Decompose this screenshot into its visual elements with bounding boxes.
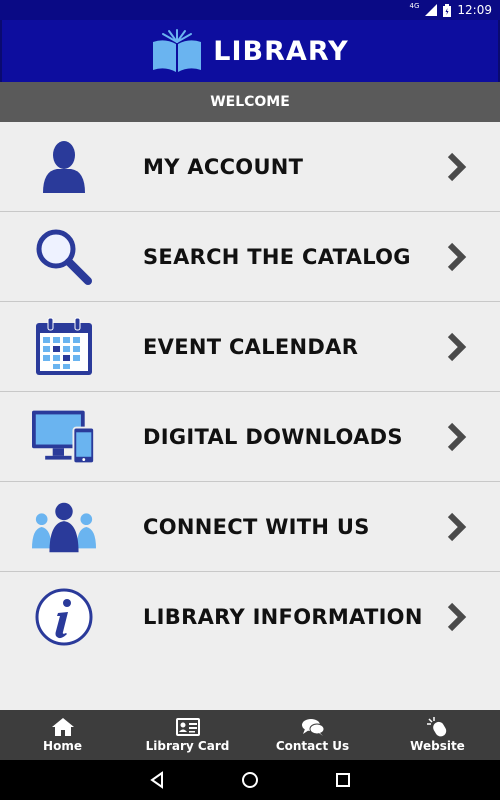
welcome-text: WELCOME: [210, 94, 290, 110]
status-bar: 4G 12:09: [0, 0, 500, 20]
home-icon: [51, 718, 74, 736]
group-icon: [32, 495, 96, 559]
menu-item-label: SEARCH THE CATALOG: [143, 244, 411, 269]
devices-icon: [32, 405, 96, 469]
home-circle-icon[interactable]: [241, 771, 259, 789]
nav-label: Home: [43, 739, 82, 753]
network-type: 4G: [409, 2, 420, 10]
menu-item-event-calendar[interactable]: EVENT CALENDAR: [0, 302, 500, 392]
calendar-icon: [32, 315, 96, 379]
nav-label: Contact Us: [275, 739, 350, 753]
menu-item-label: CONNECT WITH US: [143, 514, 370, 539]
mouse-click-icon: [426, 717, 446, 737]
bottom-nav: Home Library Card Contact Us Website: [0, 710, 500, 760]
info-icon: [32, 585, 96, 649]
menu-item-digital-downloads[interactable]: DIGITAL DOWNLOADS: [0, 392, 500, 482]
chat-bubbles-icon: [301, 719, 324, 736]
chevron-right-icon: [447, 512, 467, 541]
menu-item-search-catalog[interactable]: SEARCH THE CATALOG: [0, 212, 500, 302]
nav-home[interactable]: Home: [0, 710, 125, 760]
magnifier-icon: [32, 225, 96, 289]
main-menu: MY ACCOUNT SEARCH THE CATALOG EVENT CALE…: [0, 122, 500, 662]
recents-icon[interactable]: [334, 771, 352, 789]
menu-item-my-account[interactable]: MY ACCOUNT: [0, 122, 500, 212]
back-icon[interactable]: [148, 771, 166, 789]
open-book-icon: [153, 29, 202, 72]
menu-item-label: EVENT CALENDAR: [143, 334, 359, 359]
id-card-icon: [175, 718, 200, 736]
signal-icon: [425, 4, 438, 16]
nav-label: Library Card: [145, 739, 230, 753]
nav-contact-us[interactable]: Contact Us: [250, 710, 375, 760]
welcome-bar: WELCOME: [0, 82, 500, 122]
person-icon: [32, 135, 96, 199]
menu-item-label: MY ACCOUNT: [143, 154, 304, 179]
nav-website[interactable]: Website: [375, 710, 500, 760]
system-nav-bar: [0, 760, 500, 800]
menu-item-label: LIBRARY INFORMATION: [143, 605, 423, 629]
app-title: LIBRARY: [213, 35, 349, 67]
clock: 12:09: [457, 3, 492, 17]
menu-item-connect-with-us[interactable]: CONNECT WITH US: [0, 482, 500, 572]
nav-library-card[interactable]: Library Card: [125, 710, 250, 760]
nav-label: Website: [410, 739, 465, 753]
menu-item-library-information[interactable]: LIBRARY INFORMATION: [0, 572, 500, 662]
chevron-right-icon: [447, 422, 467, 451]
chevron-right-icon: [447, 332, 467, 361]
battery-icon: [443, 3, 452, 17]
chevron-right-icon: [447, 242, 467, 271]
app-header: LIBRARY: [0, 20, 500, 82]
chevron-right-icon: [447, 152, 467, 181]
menu-item-label: DIGITAL DOWNLOADS: [143, 424, 403, 449]
chevron-right-icon: [447, 602, 467, 632]
